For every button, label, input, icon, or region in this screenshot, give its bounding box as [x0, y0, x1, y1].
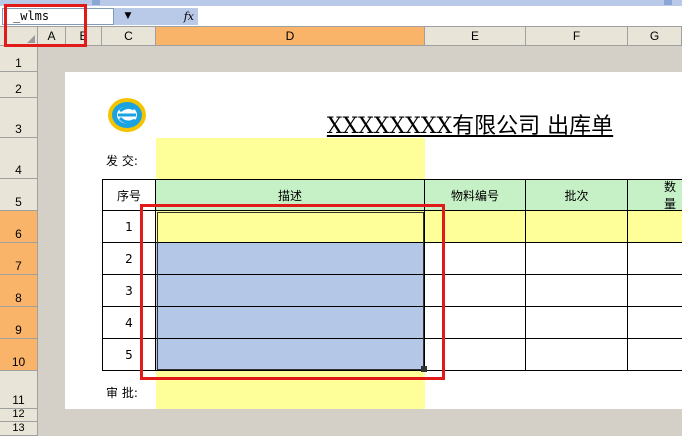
fx-icon[interactable]: fx [142, 8, 198, 25]
row-header-13[interactable]: 13 [0, 422, 38, 436]
row-header-3[interactable]: 3 [0, 98, 38, 138]
row-header-4[interactable]: 4 [0, 138, 38, 179]
row-header-8[interactable]: 8 [0, 275, 38, 307]
quantity-cell[interactable] [628, 339, 682, 371]
header-batch: 批次 [526, 179, 628, 211]
quantity-cell[interactable] [628, 307, 682, 339]
row-header-7[interactable]: 7 [0, 243, 38, 275]
row-header-6[interactable]: 6 [0, 211, 38, 243]
row-header-2[interactable]: 2 [0, 72, 38, 98]
row-header-12[interactable]: 12 [0, 408, 38, 422]
send-input-cell[interactable] [156, 138, 425, 179]
batch-cell[interactable] [526, 339, 628, 371]
row-header-11[interactable]: 11 [0, 371, 38, 409]
batch-cell[interactable] [526, 307, 628, 339]
row-header-5[interactable]: 5 [0, 179, 38, 211]
formula-input[interactable] [198, 8, 682, 25]
e-logo-icon [106, 96, 148, 134]
strip-mark [664, 0, 672, 5]
approve-label: 审 批: [106, 386, 138, 400]
page-title: XXXXXXXX有限公司 出库单 [326, 114, 614, 139]
strip-mark [92, 0, 100, 5]
row-header-1[interactable]: 1 [0, 46, 38, 72]
row-header-10[interactable]: 10 [0, 339, 38, 371]
column-header-d[interactable]: D [156, 27, 425, 46]
quantity-cell[interactable] [628, 243, 682, 275]
column-header-f[interactable]: F [526, 27, 628, 46]
quantity-cell[interactable] [628, 211, 682, 243]
chevron-down-icon[interactable]: ▼ [114, 8, 142, 25]
quantity-cell[interactable] [628, 275, 682, 307]
row-header-9[interactable]: 9 [0, 307, 38, 339]
batch-cell[interactable] [526, 275, 628, 307]
annotation-box-namebox [4, 4, 87, 47]
column-header-c[interactable]: C [102, 27, 156, 46]
column-header-e[interactable]: E [425, 27, 526, 46]
batch-cell[interactable] [526, 211, 628, 243]
annotation-box-range [140, 204, 445, 380]
send-label: 发 交: [106, 154, 138, 168]
batch-cell[interactable] [526, 243, 628, 275]
column-header-g[interactable]: G [628, 27, 682, 46]
header-quantity: 数量 [628, 179, 682, 211]
